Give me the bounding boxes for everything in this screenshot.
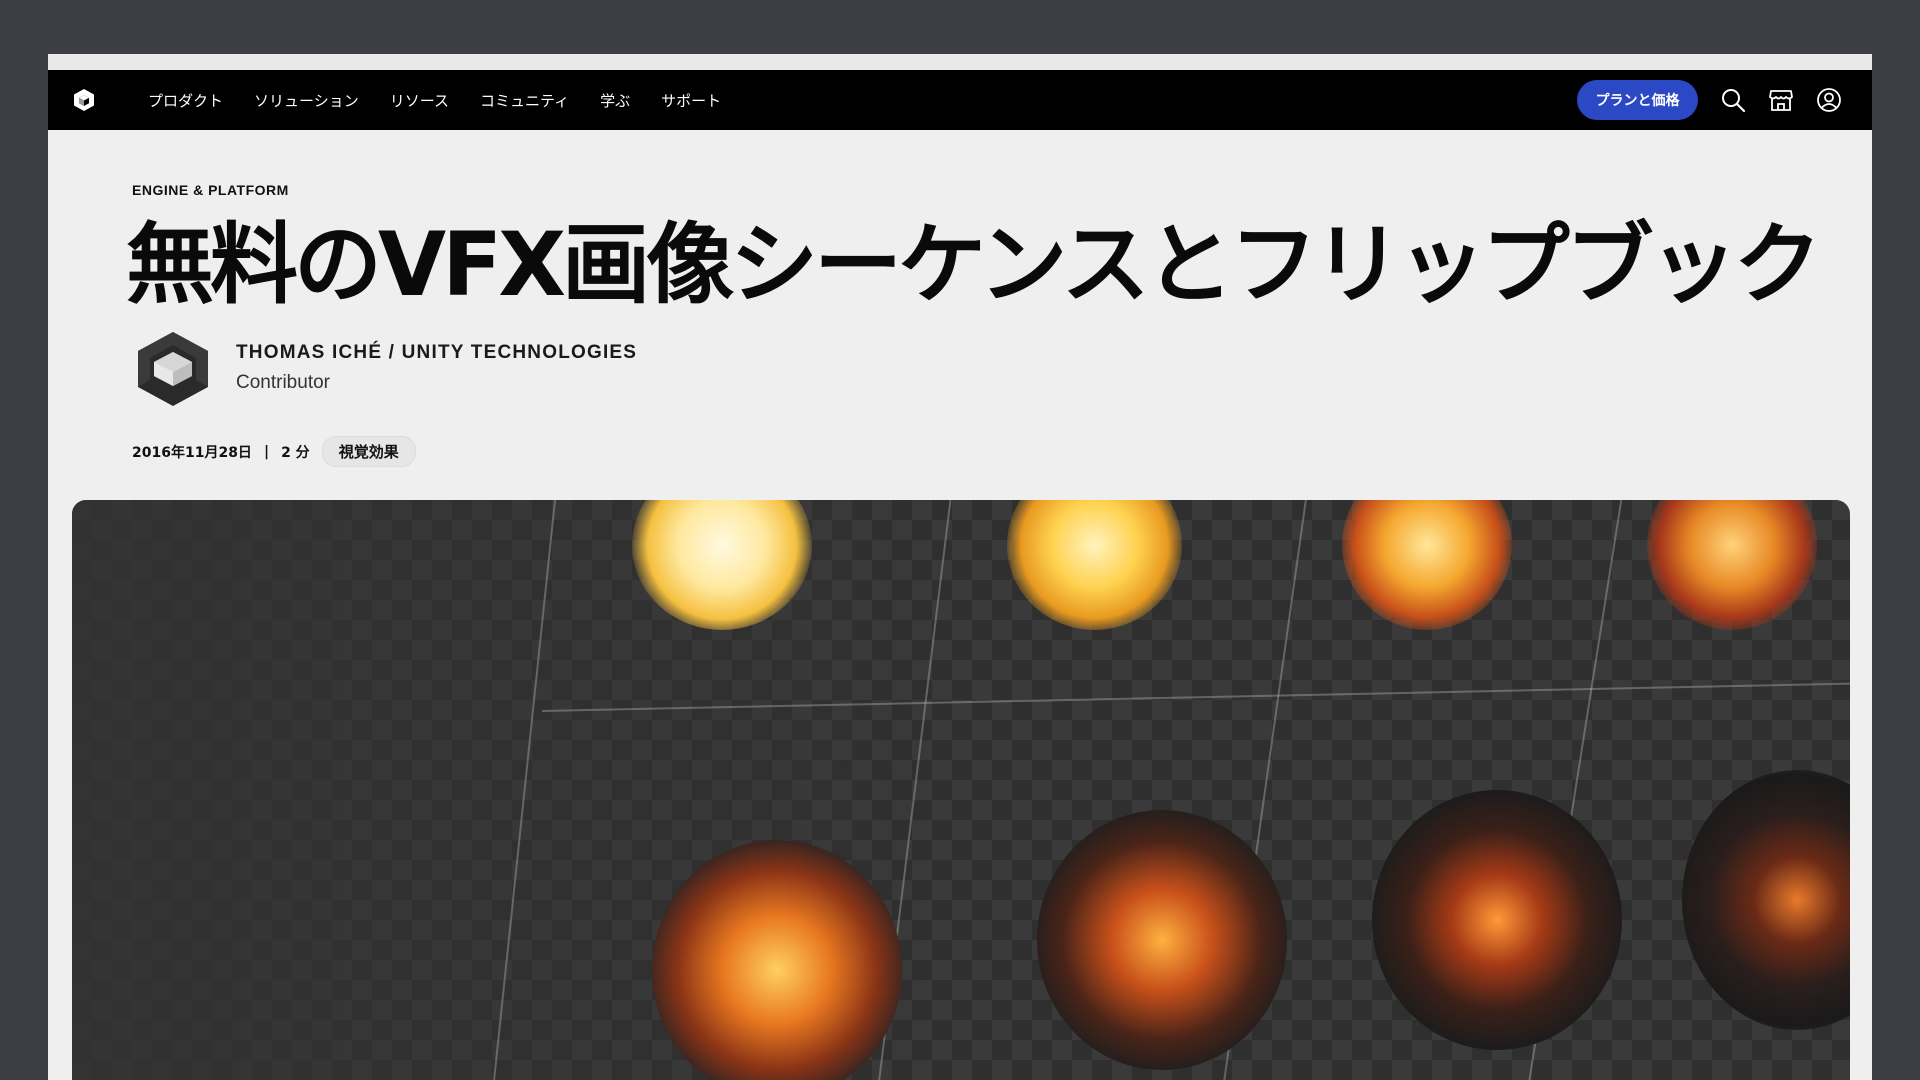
browser-window: プロダクト ソリューション リソース コミュニティ 学ぶ サポート プランと価格… [48,54,1872,1080]
article-category[interactable]: ENGINE & PLATFORM [132,182,289,198]
meta-separator: | [263,443,270,460]
nav-item-learn[interactable]: 学ぶ [600,90,630,111]
read-time: 2 分 [281,444,310,461]
author-avatar [138,332,208,406]
nav-item-resources[interactable]: リソース [390,90,449,111]
author-name[interactable]: THOMAS ICHÉ / UNITY TECHNOLOGIES [236,342,637,364]
search-icon[interactable] [1720,87,1746,113]
nav-item-products[interactable]: プロダクト [148,90,223,111]
unity-logo-icon[interactable] [72,88,96,112]
tag-visual-effects[interactable]: 視覚効果 [321,436,416,467]
explosion-frame [1372,790,1622,1050]
nav-menu: プロダクト ソリューション リソース コミュニティ 学ぶ サポート [148,70,752,130]
top-navbar: プロダクト ソリューション リソース コミュニティ 学ぶ サポート プランと価格 [48,70,1872,130]
nav-item-solutions[interactable]: ソリューション [254,90,359,111]
author-role: Contributor [236,372,330,393]
article-title: 無料のVFX画像シーケンスとフリップブック [126,213,1822,316]
hero-image-flipbook [72,500,1850,1080]
plans-pricing-button[interactable]: プランと価格 [1577,80,1698,120]
nav-item-support[interactable]: サポート [661,90,721,111]
article-meta: 2016年11月28日 | 2 分 視覚効果 [132,436,416,467]
nav-item-community[interactable]: コミュニティ [480,90,569,111]
publish-date: 2016年11月28日 [132,444,252,461]
explosion-frame [1037,810,1287,1070]
account-icon[interactable] [1816,87,1842,113]
store-icon[interactable] [1768,87,1794,113]
